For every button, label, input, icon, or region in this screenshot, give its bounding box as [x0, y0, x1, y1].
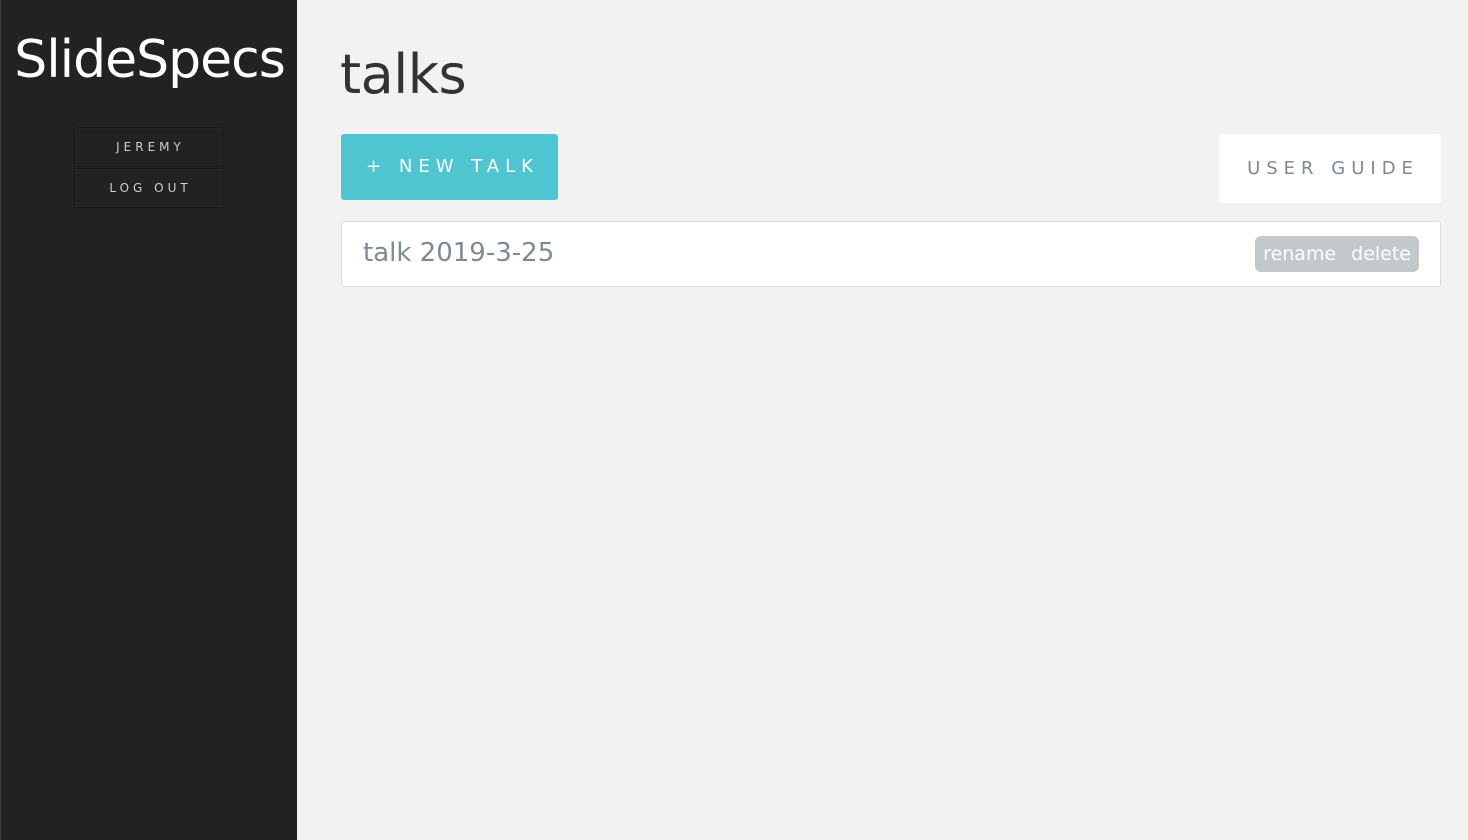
talk-list-item[interactable]: talk 2019-3-25 rename delete	[341, 221, 1441, 287]
user-guide-button[interactable]: USER GUIDE	[1219, 134, 1441, 203]
delete-button[interactable]: delete	[1351, 236, 1411, 272]
brand-logo[interactable]: SlideSpecs	[1, 28, 298, 92]
logout-button[interactable]: LOG OUT	[74, 168, 223, 208]
talk-actions: rename delete	[1255, 236, 1419, 272]
app: SlideSpecs JEREMY LOG OUT talks + NEW TA…	[0, 0, 1468, 840]
main-content: talks + NEW TALK USER GUIDE talk 2019-3-…	[297, 0, 1468, 840]
page-title: talks	[340, 43, 467, 106]
sidebar: SlideSpecs JEREMY LOG OUT	[0, 0, 297, 840]
sidebar-nav: JEREMY LOG OUT	[74, 127, 223, 209]
rename-button[interactable]: rename	[1263, 236, 1336, 272]
talk-title[interactable]: talk 2019-3-25	[363, 236, 554, 270]
user-button[interactable]: JEREMY	[74, 127, 223, 167]
new-talk-button[interactable]: + NEW TALK	[341, 134, 558, 200]
